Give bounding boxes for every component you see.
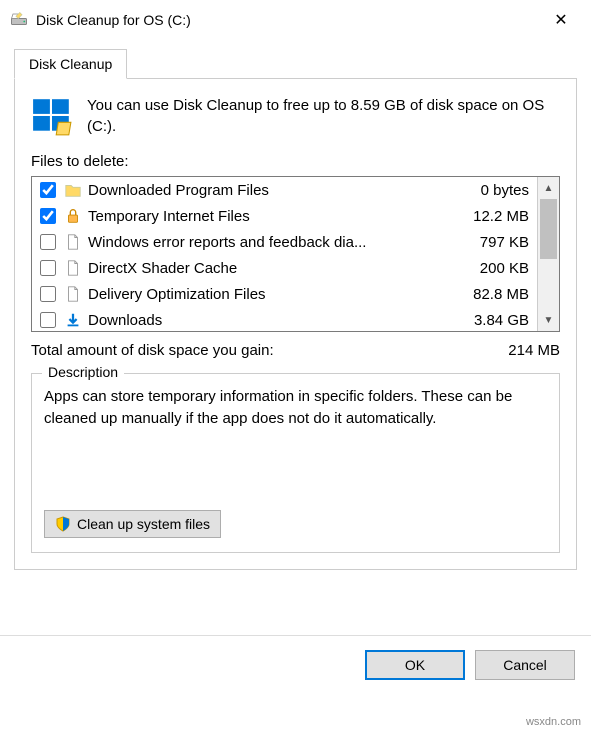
file-name: Temporary Internet Files: [88, 208, 455, 225]
file-checkbox[interactable]: [40, 286, 56, 302]
clean-system-files-button[interactable]: Clean up system files: [44, 510, 221, 538]
file-name: Downloads: [88, 312, 455, 329]
file-checkbox[interactable]: [40, 208, 56, 224]
cancel-button[interactable]: Cancel: [475, 650, 575, 680]
file-row[interactable]: Delivery Optimization Files 82.8 MB: [32, 281, 537, 307]
titlebar: Disk Cleanup for OS (C:) ✕: [0, 0, 591, 40]
description-legend: Description: [42, 364, 124, 380]
scroll-thumb[interactable]: [540, 199, 557, 259]
close-button[interactable]: ✕: [541, 10, 581, 30]
windows-logo-icon: [31, 95, 73, 137]
file-row[interactable]: Downloaded Program Files 0 bytes: [32, 177, 537, 203]
total-label: Total amount of disk space you gain:: [31, 342, 508, 359]
file-name: DirectX Shader Cache: [88, 260, 455, 277]
total-value: 214 MB: [508, 342, 560, 359]
ok-button[interactable]: OK: [365, 650, 465, 680]
description-group: Description Apps can store temporary inf…: [31, 373, 560, 553]
dialog-footer: OK Cancel: [0, 635, 591, 694]
tab-disk-cleanup[interactable]: Disk Cleanup: [14, 49, 127, 79]
file-row[interactable]: Windows error reports and feedback dia..…: [32, 229, 537, 255]
file-size: 12.2 MB: [463, 208, 533, 225]
file-icon: [64, 259, 82, 277]
lock-icon: [64, 207, 82, 225]
scroll-down-button[interactable]: ▼: [538, 309, 559, 331]
file-row[interactable]: DirectX Shader Cache 200 KB: [32, 255, 537, 281]
scrollbar[interactable]: ▲ ▼: [537, 177, 559, 331]
file-name: Downloaded Program Files: [88, 182, 455, 199]
tabstrip: Disk Cleanup: [14, 48, 577, 79]
file-name: Windows error reports and feedback dia..…: [88, 234, 455, 251]
file-size: 0 bytes: [463, 182, 533, 199]
file-size: 3.84 GB: [463, 312, 533, 329]
intro-text: You can use Disk Cleanup to free up to 8…: [87, 95, 560, 137]
drive-icon: [10, 11, 28, 29]
file-checkbox[interactable]: [40, 312, 56, 328]
file-checkbox[interactable]: [40, 234, 56, 250]
file-row[interactable]: Downloads 3.84 GB: [32, 307, 537, 331]
folder-icon: [64, 181, 82, 199]
file-row[interactable]: Temporary Internet Files 12.2 MB: [32, 203, 537, 229]
file-icon: [64, 233, 82, 251]
file-checkbox[interactable]: [40, 260, 56, 276]
file-icon: [64, 285, 82, 303]
file-name: Delivery Optimization Files: [88, 286, 455, 303]
watermark: wsxdn.com: [526, 716, 581, 728]
files-to-delete-label: Files to delete:: [31, 153, 560, 170]
file-checkbox[interactable]: [40, 182, 56, 198]
tab-body: You can use Disk Cleanup to free up to 8…: [14, 79, 577, 570]
file-size: 797 KB: [463, 234, 533, 251]
clean-system-files-label: Clean up system files: [77, 516, 210, 532]
shield-icon: [55, 516, 71, 532]
download-icon: [64, 311, 82, 329]
window-title: Disk Cleanup for OS (C:): [36, 12, 541, 28]
description-text: Apps can store temporary information in …: [44, 386, 547, 430]
file-size: 82.8 MB: [463, 286, 533, 303]
file-list: Downloaded Program Files 0 bytes Temporary…: [31, 176, 560, 332]
scroll-up-button[interactable]: ▲: [538, 177, 559, 199]
file-size: 200 KB: [463, 260, 533, 277]
